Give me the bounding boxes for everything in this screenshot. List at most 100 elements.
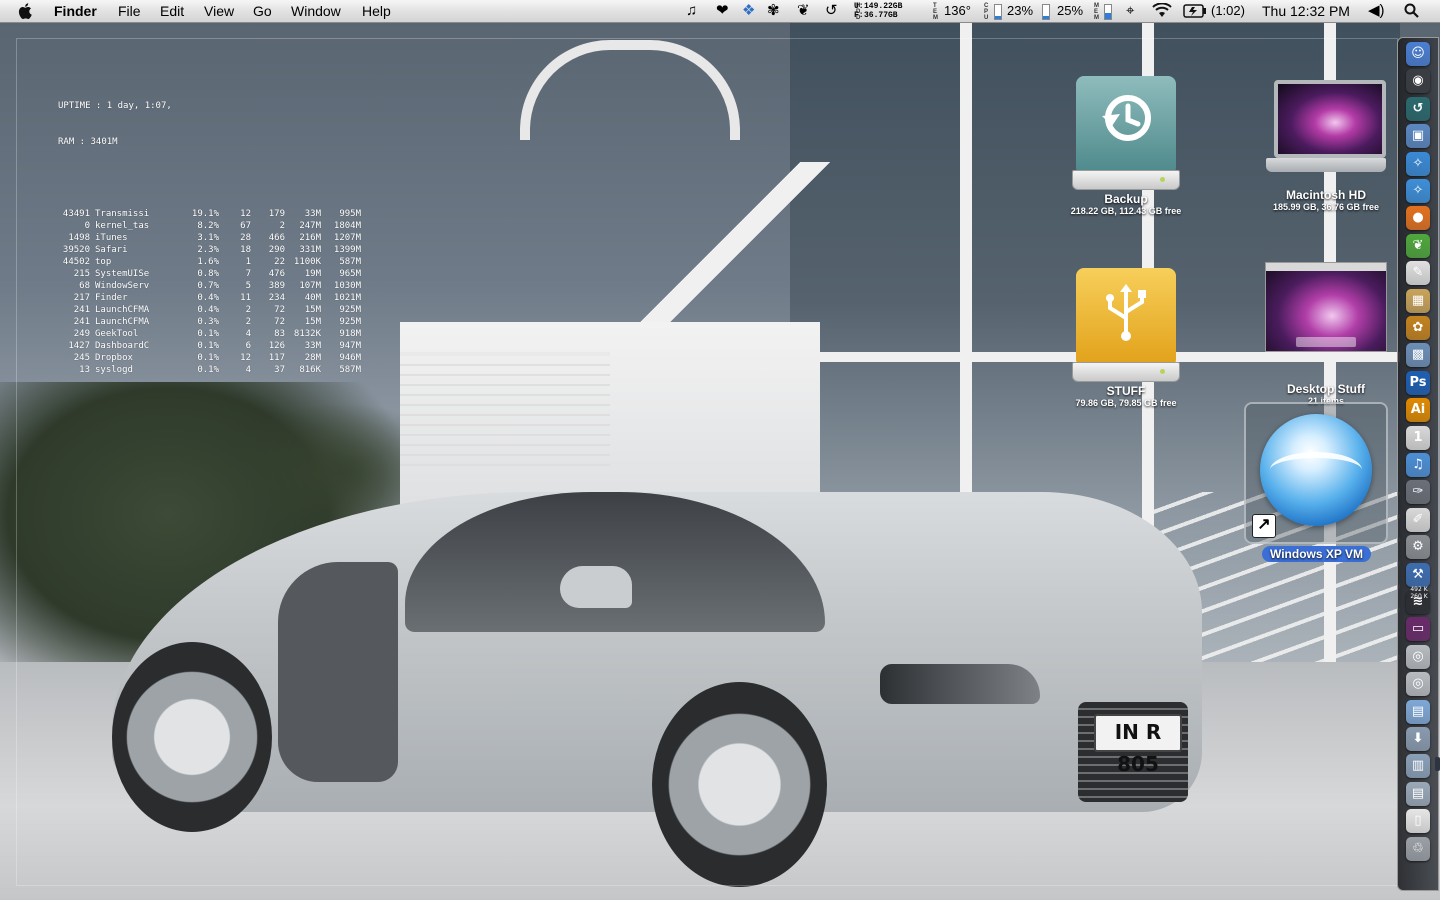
network-icon[interactable]: ⌖ <box>1126 0 1134 22</box>
time-machine-icon[interactable]: ↺ <box>825 0 838 22</box>
dock-item-photo-app[interactable]: ✿ <box>1406 316 1430 340</box>
menu-help[interactable]: Help <box>362 0 391 22</box>
desktop-stuff-folder-item[interactable]: Desktop Stuff 21 items <box>1246 262 1406 406</box>
menu-finder[interactable]: Finder <box>54 0 97 22</box>
cpu-meter <box>994 4 1002 20</box>
process-row: 13 syslogd 0.1% 4 37 816K 587M <box>58 364 361 376</box>
dock-item-script-editor[interactable]: ✑ <box>1406 480 1430 505</box>
dock-item-xcode[interactable]: ⚒ <box>1406 562 1430 587</box>
evernote-icon: ❦ <box>1412 237 1424 253</box>
dock-item-itunes[interactable]: ♫ <box>1406 453 1430 477</box>
itunes-note-icon[interactable]: ♫ <box>686 0 697 22</box>
dock-item-time-machine[interactable]: ↺ <box>1406 96 1430 121</box>
dock-item-dashboard[interactable]: ◉ <box>1406 69 1430 94</box>
dock-item-folder-stacks[interactable]: ▤ <box>1406 781 1430 806</box>
process-name: Safari <box>95 245 128 255</box>
macintosh-hd-info: 185.99 GB, 36.76 GB free <box>1272 202 1380 212</box>
desktop-stuff-name: Desktop Stuff <box>1287 382 1365 396</box>
dock: ☺ ◉ ↺ ▣ ✧ ✧ ● ❦ ✎ ▦ ✿ ▩ Ps Ai 1 ♫ ✑ ✐ ⚙ ⚒ ≋ ▭ ◎ ◎ ▤ ⬇ ▥ ▤ ▯ ♲ <box>1397 37 1439 891</box>
volume-icon[interactable]: ◀) <box>1368 0 1385 22</box>
process-row: 1427 DashboardC 0.1% 6 126 33M 947M <box>58 340 361 352</box>
process-rsize: 216M <box>299 233 321 243</box>
cpu-readout[interactable]: 23% <box>1007 0 1033 22</box>
process-pid: 241 <box>73 305 90 315</box>
macintosh-hd-icon-item[interactable]: Macintosh HD 185.99 GB, 36.76 GB free <box>1246 76 1406 212</box>
process-cpu: 0.1% <box>197 365 219 375</box>
apple-menu[interactable] <box>14 0 38 22</box>
dock-item-system-preferences[interactable]: ⚙ <box>1406 535 1430 560</box>
spotlight-icon[interactable] <box>1404 0 1420 22</box>
process-row: 39520 Safari 2.3% 18 290 331M 1399M <box>58 244 361 256</box>
dock-item-illustrator[interactable]: Ai <box>1406 398 1430 423</box>
dock-item-trash[interactable]: ♲ <box>1406 836 1430 861</box>
dock-item-folder-downloads[interactable]: ⬇ <box>1406 727 1430 751</box>
process-cpu: 0.8% <box>197 269 219 279</box>
menu-edit[interactable]: Edit <box>160 0 184 22</box>
dock-item-finder[interactable]: ☺ <box>1406 42 1430 66</box>
process-vsize: 925M <box>339 317 361 327</box>
process-threads: 2 <box>245 305 251 315</box>
wallpaper-car-headlight <box>880 664 1040 704</box>
dock-item-textedit[interactable]: ✎ <box>1406 261 1430 286</box>
trash-icon: ♲ <box>1412 840 1424 856</box>
illustrator-icon: Ai <box>1410 402 1426 418</box>
process-name: Transmissi <box>95 209 150 219</box>
dock-item-photoshop[interactable]: Ps <box>1406 370 1430 395</box>
backup-drive-icon-item[interactable]: Backup 218.22 GB, 112.43 GB free <box>1046 76 1206 216</box>
process-vsize: 946M <box>339 353 361 363</box>
dock-item-front-row[interactable]: ▭ <box>1406 617 1430 642</box>
menu-go[interactable]: Go <box>253 0 272 22</box>
process-cpu: 0.3% <box>197 317 219 327</box>
dock-item-notes[interactable]: ✐ <box>1406 507 1430 532</box>
process-row: 1498 iTunes 3.1% 28 466 216M 1207M <box>58 232 361 244</box>
dock-item-folder-applications[interactable]: ▤ <box>1406 699 1430 724</box>
temperature-readout[interactable]: 136° <box>944 0 971 22</box>
process-ports: 72 <box>274 317 285 327</box>
memory-bar <box>1104 4 1112 20</box>
dock-item-safari-2[interactable]: ✧ <box>1406 179 1430 203</box>
process-threads: 2 <box>245 317 251 327</box>
heart-icon[interactable]: ❤ <box>716 0 729 22</box>
menu-file[interactable]: File <box>118 0 141 22</box>
dock-item-disk-utility-2[interactable]: ◎ <box>1406 672 1430 697</box>
dock-item-safari[interactable]: ✧ <box>1406 151 1430 176</box>
growl-icon[interactable]: ✾ <box>767 0 780 22</box>
system-preferences-icon: ⚙ <box>1412 539 1424 555</box>
disk-usage-readout[interactable]: U:149.22GB F:36.77GB <box>854 2 902 20</box>
battery-time-readout[interactable]: (1:02) <box>1211 0 1245 22</box>
process-vsize: 587M <box>339 365 361 375</box>
dropbox-icon[interactable]: ❖ <box>742 0 755 22</box>
process-pid: 1427 <box>68 341 90 351</box>
process-cpu: 1.6% <box>197 257 219 267</box>
dock-item-iphoto[interactable]: ▩ <box>1406 343 1430 368</box>
memory-readout[interactable]: 25% <box>1057 0 1083 22</box>
dock-item-preview[interactable]: ▣ <box>1406 124 1430 149</box>
geektool-output: UPTIME : 1 day, 1:07, RAM : 3401M 43491 T… <box>58 52 361 388</box>
battery-icon[interactable] <box>1183 0 1207 22</box>
dock-item-document[interactable]: ▯ <box>1406 809 1430 834</box>
safari-icon: ✧ <box>1412 155 1424 171</box>
evernote-icon[interactable]: ❦ <box>797 0 810 22</box>
network-upload-value: 492 K <box>1410 586 1428 593</box>
menu-view[interactable]: View <box>204 0 234 22</box>
dock-item-folder-documents[interactable]: ▥ <box>1406 754 1430 779</box>
dock-item-firefox[interactable]: ● <box>1406 206 1430 231</box>
stuff-drive-icon-item[interactable]: STUFF 79.86 GB, 79.85 GB free <box>1046 268 1206 408</box>
process-pid: 249 <box>73 329 90 339</box>
dock-item-disk-utility[interactable]: ◎ <box>1406 644 1430 669</box>
wallpaper-car-mirror <box>560 566 632 608</box>
process-name: Dropbox <box>95 353 133 363</box>
orb-swoosh <box>1270 452 1362 488</box>
process-vsize: 1207M <box>333 233 361 243</box>
dock-item-evernote[interactable]: ❦ <box>1406 233 1430 258</box>
used-label: U: <box>854 2 864 11</box>
script-editor-icon: ✑ <box>1412 484 1424 500</box>
process-cpu: 0.4% <box>197 305 219 315</box>
process-row: 44502 top 1.6% 1 22 1100K 587M <box>58 256 361 268</box>
dock-item-ical[interactable]: 1 <box>1406 425 1430 450</box>
clock[interactable]: Thu 12:32 PM <box>1262 0 1350 22</box>
menu-window[interactable]: Window <box>291 0 341 22</box>
wifi-icon[interactable] <box>1152 0 1172 22</box>
dock-item-archive[interactable]: ▦ <box>1406 288 1430 313</box>
process-row: 241 LaunchCFMA 0.4% 2 72 15M 925M <box>58 304 361 316</box>
